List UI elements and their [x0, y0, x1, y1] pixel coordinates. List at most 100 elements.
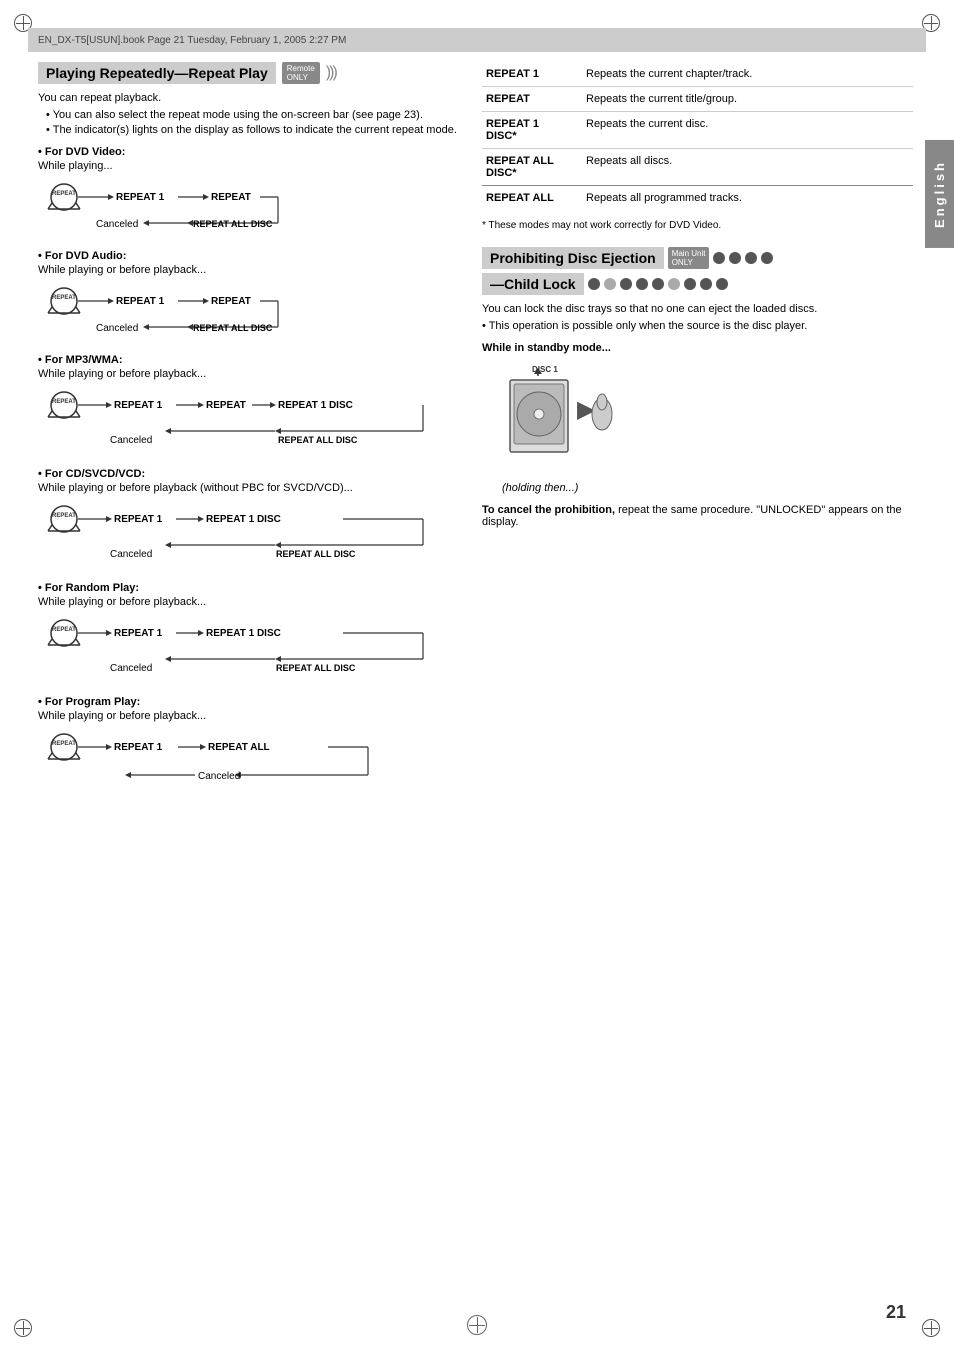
dot10 [668, 278, 680, 290]
holding-text: (holding then...) [502, 482, 913, 494]
top-bar: EN_DX-T5[USUN].book Page 21 Tuesday, Feb… [28, 28, 926, 52]
repeatalldisc-desc: Repeats all discs. [582, 149, 913, 186]
cd-diagram: REPEAT REPEAT 1 REPEAT 1 DISC [38, 497, 458, 570]
repeat1disc-label: REPEAT 1DISC* [482, 112, 582, 149]
bullet2: • The indicator(s) lights on the display… [38, 124, 458, 136]
child-lock-title: —Child Lock [482, 273, 584, 295]
svg-text:REPEAT: REPEAT [211, 192, 251, 203]
mp3-header: • For MP3/WMA: [38, 354, 458, 366]
dot6 [604, 278, 616, 290]
left-section-title: Playing Repeatedly—Repeat Play [38, 62, 276, 84]
prohibit-title: Prohibiting Disc Ejection [482, 247, 664, 269]
dot3 [745, 252, 757, 264]
dvd-audio-sub: While playing or before playback... [38, 264, 458, 276]
prohibit-intro1: You can lock the disc trays so that no o… [482, 303, 913, 315]
svg-text:Canceled: Canceled [110, 663, 152, 674]
dvd-audio-diagram: REPEAT REPEAT 1 REPEAT [38, 279, 458, 342]
svg-text:Canceled: Canceled [198, 771, 240, 782]
footnote: * These modes may not work correctly for… [482, 220, 913, 231]
section-title-row: Playing Repeatedly—Repeat Play RemoteONL… [38, 62, 458, 84]
program-sub: While playing or before playback... [38, 710, 458, 722]
main-content: Playing Repeatedly—Repeat Play RemoteONL… [38, 62, 913, 808]
dvd-video-sub: While playing... [38, 160, 458, 172]
repeat-table: REPEAT 1 Repeats the current chapter/tra… [482, 62, 913, 210]
mp3-sub: While playing or before playback... [38, 368, 458, 380]
dot7 [620, 278, 632, 290]
svg-text:Canceled: Canceled [96, 219, 138, 230]
dvd-video-header: • For DVD Video: [38, 146, 458, 158]
cd-header: • For CD/SVCD/VCD: [38, 468, 458, 480]
remote-only-badge: RemoteONLY [282, 62, 320, 84]
svg-text:Canceled: Canceled [110, 435, 152, 446]
svg-text:REPEAT 1: REPEAT 1 [114, 514, 163, 525]
repeat-label: REPEAT [482, 87, 582, 112]
dot8 [636, 278, 648, 290]
dvd-video-flow-svg: REPEAT REPEAT 1 REPEAT [38, 175, 433, 235]
cd-flow-svg: REPEAT REPEAT 1 REPEAT 1 DISC [38, 497, 433, 567]
svg-text:REPEAT 1 DISC: REPEAT 1 DISC [206, 514, 281, 525]
prohibit-intro2: • This operation is possible only when t… [482, 320, 913, 332]
random-flow-svg: REPEAT REPEAT 1 REPEAT 1 DISC [38, 611, 433, 681]
dvd-audio-section: • For DVD Audio: While playing or before… [38, 250, 458, 342]
svg-text:REPEAT: REPEAT [52, 295, 76, 301]
repeatalldisc-label: REPEAT ALLDISC* [482, 149, 582, 186]
svg-text:REPEAT ALL DISC: REPEAT ALL DISC [193, 323, 273, 333]
cd-sub: While playing or before playback (withou… [38, 482, 458, 494]
child-lock-title-row: —Child Lock [482, 273, 913, 295]
svg-text:REPEAT: REPEAT [211, 296, 251, 307]
cd-section: • For CD/SVCD/VCD: While playing or befo… [38, 468, 458, 570]
svg-text:REPEAT: REPEAT [52, 191, 76, 197]
svg-text:REPEAT 1 DISC: REPEAT 1 DISC [278, 400, 353, 411]
table-row: REPEAT 1 Repeats the current chapter/tra… [482, 62, 913, 87]
random-header: • For Random Play: [38, 582, 458, 594]
cancel-text: To cancel the prohibition, repeat the sa… [482, 504, 913, 528]
program-diagram: REPEAT REPEAT 1 REPEAT ALL [38, 725, 458, 796]
dvd-video-section: • For DVD Video: While playing... REPEAT [38, 146, 458, 238]
dot13 [716, 278, 728, 290]
prohibit-section: Prohibiting Disc Ejection Main UnitONLY … [482, 247, 913, 528]
disc-svg: DISC 1 ▶ [502, 362, 622, 472]
svg-text:REPEAT ALL DISC: REPEAT ALL DISC [276, 663, 356, 673]
svg-text:REPEAT: REPEAT [52, 627, 76, 633]
table-row: REPEAT 1DISC* Repeats the current disc. [482, 112, 913, 149]
repeat1disc-desc: Repeats the current disc. [582, 112, 913, 149]
disc-illustration: DISC 1 ▶ [502, 362, 913, 472]
mp3-diagram: REPEAT REPEAT 1 REPEAT REPEAT 1 DISC [38, 383, 458, 456]
svg-text:REPEAT: REPEAT [52, 741, 76, 747]
cancel-title: To cancel the prohibition, [482, 504, 615, 516]
repeat-desc: Repeats the current title/group. [582, 87, 913, 112]
svg-text:REPEAT 1: REPEAT 1 [114, 628, 163, 639]
intro-text: You can repeat playback. [38, 92, 458, 104]
dot11 [684, 278, 696, 290]
svg-text:Canceled: Canceled [96, 323, 138, 334]
random-sub: While playing or before playback... [38, 596, 458, 608]
dot1 [713, 252, 725, 264]
file-header: EN_DX-T5[USUN].book Page 21 Tuesday, Feb… [38, 35, 346, 46]
repeatall-desc: Repeats all programmed tracks. [582, 186, 913, 211]
table-row: REPEAT ALLDISC* Repeats all discs. [482, 149, 913, 186]
svg-text:REPEAT ALL DISC: REPEAT ALL DISC [278, 435, 358, 445]
svg-text:REPEAT: REPEAT [52, 399, 76, 405]
left-column: Playing Repeatedly—Repeat Play RemoteONL… [38, 62, 458, 808]
dot4 [761, 252, 773, 264]
dot12 [700, 278, 712, 290]
random-diagram: REPEAT REPEAT 1 REPEAT 1 DISC [38, 611, 458, 684]
bottom-center-crosshair [467, 1315, 487, 1335]
dvd-audio-header: • For DVD Audio: [38, 250, 458, 262]
repeat1-label: REPEAT 1 [482, 62, 582, 87]
program-section: • For Program Play: While playing or bef… [38, 696, 458, 796]
svg-text:REPEAT 1: REPEAT 1 [114, 742, 163, 753]
dot9 [652, 278, 664, 290]
page-number: 21 [886, 1302, 906, 1323]
svg-text:REPEAT ALL DISC: REPEAT ALL DISC [276, 549, 356, 559]
dvd-video-diagram: REPEAT REPEAT 1 REPEAT [38, 175, 458, 238]
mp3-wma-section: • For MP3/WMA: While playing or before p… [38, 354, 458, 456]
crosshair-bl [14, 1319, 32, 1337]
prohibit-title-row: Prohibiting Disc Ejection Main UnitONLY [482, 247, 913, 269]
dot5 [588, 278, 600, 290]
svg-text:REPEAT 1 DISC: REPEAT 1 DISC [206, 628, 281, 639]
svg-text:REPEAT 1: REPEAT 1 [116, 192, 165, 203]
dot2 [729, 252, 741, 264]
svg-text:REPEAT: REPEAT [206, 400, 246, 411]
english-tab: English [925, 140, 954, 248]
